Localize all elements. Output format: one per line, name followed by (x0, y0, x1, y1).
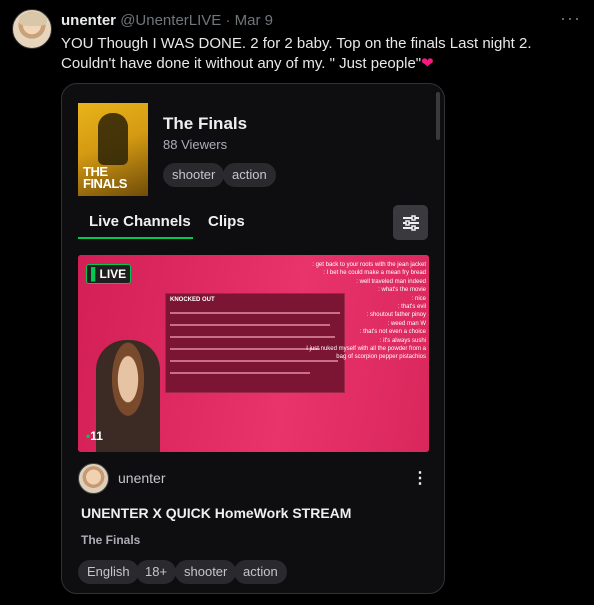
game-art-logo: THE FINALS (83, 164, 127, 191)
heart-emoji: ❤ (421, 55, 434, 72)
viewer-count-value: 11 (90, 429, 103, 443)
streamer-webcam (96, 340, 160, 452)
stream-viewer-count: •11 (86, 429, 103, 443)
game-art-figure (98, 113, 128, 165)
chat-line: : get back to your roots with the jean j… (312, 262, 426, 268)
stream-tag[interactable]: action (234, 560, 287, 584)
live-dot-icon: ▌ (91, 267, 100, 281)
filter-button[interactable] (393, 205, 428, 240)
tweet-body: YOU Though I WAS DONE. 2 for 2 baby. Top… (61, 35, 532, 72)
chat-line: : I bet he could make a mean fry bread (323, 270, 426, 277)
tweet-header: unenter @UnenterLIVE · Mar 9 (61, 12, 273, 29)
scrollbar[interactable] (436, 92, 440, 140)
game-title[interactable]: The Finals (163, 114, 247, 134)
live-badge: ▌LIVE (86, 264, 132, 284)
tab-clips[interactable]: Clips (208, 213, 245, 230)
streamer-name[interactable]: unenter (118, 470, 165, 486)
sliders-icon (402, 214, 419, 231)
active-tab-indicator (78, 237, 193, 239)
stream-tag[interactable]: English (78, 560, 139, 584)
tab-live-channels[interactable]: Live Channels (89, 213, 191, 230)
tweet-date[interactable]: Mar 9 (235, 12, 273, 29)
game-box-art[interactable]: THE FINALS (78, 103, 148, 196)
kebab-menu-icon[interactable]: ⋮ (412, 468, 428, 488)
scoreboard-title: KNOCKED OUT (170, 297, 215, 303)
chat-line: : what's the movie (378, 287, 426, 294)
game-tag[interactable]: shooter (163, 163, 225, 187)
stream-tag[interactable]: 18+ (136, 560, 177, 584)
chat-line: : shoutout father pinoy (366, 312, 426, 319)
author-name[interactable]: unenter (61, 12, 116, 29)
game-tag[interactable]: action (223, 163, 276, 187)
chat-line: I just nuked myself with all the powder … (306, 346, 426, 353)
stream-game[interactable]: The Finals (81, 533, 140, 547)
stream-thumbnail[interactable]: KNOCKED OUT : get back to your roots wit… (78, 255, 429, 452)
separator: · (225, 12, 231, 29)
streamer-avatar[interactable] (78, 463, 109, 494)
chat-overlay: : get back to your roots with the jean j… (296, 261, 426, 362)
chat-line: : it's always sushi (379, 337, 426, 344)
scoreboard-row (170, 372, 310, 374)
more-options-icon[interactable]: ··· (560, 8, 581, 29)
author-handle[interactable]: @UnenterLIVE (120, 12, 221, 29)
chat-line: bag of scorpion pepper pistachios (336, 354, 426, 361)
stream-tag[interactable]: shooter (175, 560, 237, 584)
twitch-embed-card[interactable]: THE FINALS The Finals 88 Viewers shooter… (61, 83, 445, 594)
game-viewer-count: 88 Viewers (163, 137, 228, 152)
chat-line: : that's evil (397, 304, 426, 311)
chat-line: : well traveled man indeed (356, 278, 426, 285)
stream-title[interactable]: UNENTER X QUICK HomeWork STREAM (81, 505, 351, 521)
live-label: LIVE (99, 267, 127, 281)
chat-line: : nice (411, 295, 426, 302)
author-avatar[interactable] (12, 9, 52, 49)
chat-line: : that's not even a choice (359, 329, 426, 336)
chat-line: : weed man W (387, 320, 426, 327)
tweet-text: YOU Though I WAS DONE. 2 for 2 baby. Top… (61, 34, 586, 74)
